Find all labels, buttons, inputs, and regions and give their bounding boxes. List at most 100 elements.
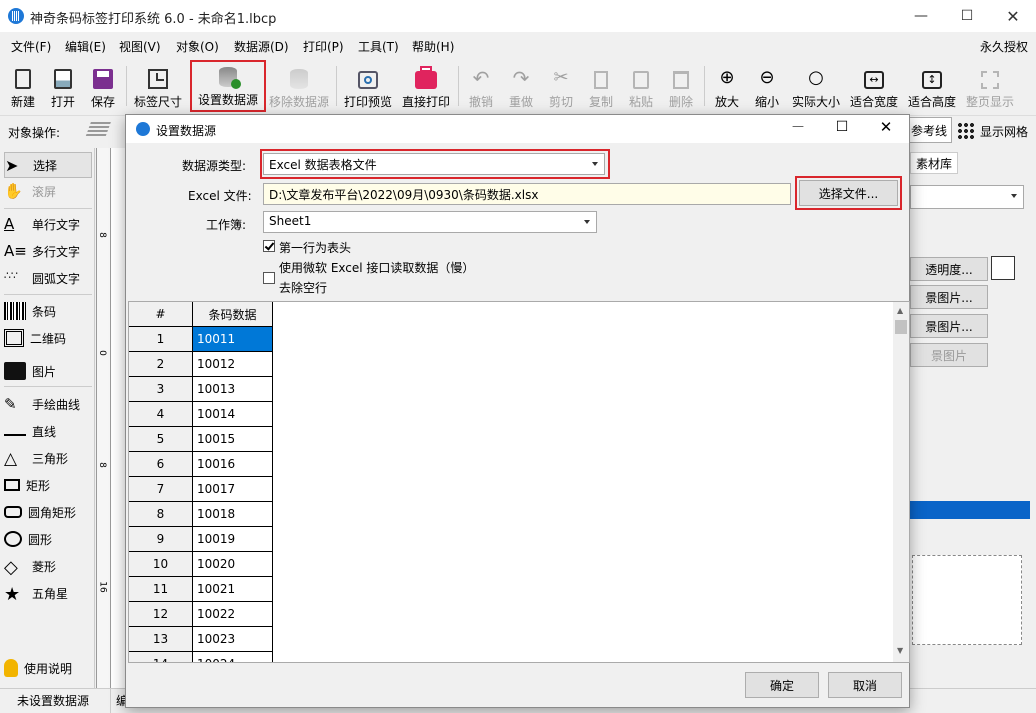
fit-width-button[interactable]: ↔ 适合宽度: [848, 62, 900, 110]
row-index[interactable]: 10: [129, 552, 193, 577]
barcode-cell[interactable]: 10012: [193, 352, 273, 377]
barcode-cell[interactable]: 10016: [193, 452, 273, 477]
scroll-up-icon[interactable]: ▲: [897, 306, 903, 315]
barcode-cell[interactable]: 10022: [193, 602, 273, 627]
excel-file-path-field[interactable]: D:\文章发布平台\2022\09月\0930\条码数据.xlsx: [263, 183, 791, 205]
barcode-cell[interactable]: 10023: [193, 627, 273, 652]
maximize-icon[interactable]: ☐: [944, 0, 990, 32]
direct-print-button[interactable]: 直接打印: [400, 62, 452, 110]
row-index[interactable]: 1: [129, 327, 193, 352]
barcode-cell[interactable]: 10020: [193, 552, 273, 577]
new-button[interactable]: 新建: [6, 62, 40, 110]
menu-edit[interactable]: 编辑(E): [65, 38, 106, 55]
open-button[interactable]: 打开: [46, 62, 80, 110]
paste-button[interactable]: 粘贴: [624, 62, 658, 110]
first-row-header-checkbox[interactable]: [263, 240, 275, 252]
menu-tools[interactable]: 工具(T): [358, 38, 399, 55]
set-datasource-button[interactable]: 设置数据源: [190, 60, 266, 112]
tool-star[interactable]: ★ 五角星: [4, 580, 92, 606]
redo-button[interactable]: ↷ 重做: [504, 62, 538, 110]
delete-button[interactable]: 删除: [664, 62, 698, 110]
zoom-in-button[interactable]: ⊕ 放大: [710, 62, 744, 110]
tool-rectangle[interactable]: 矩形: [4, 472, 92, 498]
row-index[interactable]: 6: [129, 452, 193, 477]
row-index[interactable]: 3: [129, 377, 193, 402]
guides-toggle[interactable]: 参考线: [908, 117, 952, 143]
sheet-select[interactable]: Sheet1: [263, 211, 597, 233]
color-swatch[interactable]: [991, 256, 1015, 280]
background-image-button[interactable]: 景图片...: [910, 285, 988, 309]
menu-file[interactable]: 文件(F): [11, 38, 51, 55]
background-image-button-3[interactable]: 景图片: [910, 343, 988, 367]
barcode-cell[interactable]: 10015: [193, 427, 273, 452]
print-preview-button[interactable]: 打印预览: [342, 62, 394, 110]
show-grid-toggle[interactable]: 显示网格: [980, 123, 1028, 140]
design-canvas[interactable]: 8 0 8 16: [96, 148, 126, 688]
tool-freehand[interactable]: ✎ 手绘曲线: [4, 391, 92, 417]
data-preview-grid[interactable]: # 条码数据 1 10011 2 10012 3 10013 4 10014 5 10015 6 10…: [128, 301, 910, 663]
row-index[interactable]: 11: [129, 577, 193, 602]
menu-view[interactable]: 视图(V): [119, 38, 161, 55]
dialog-maximize-icon[interactable]: ☐: [832, 119, 852, 135]
save-button[interactable]: 保存: [86, 62, 120, 110]
fit-height-button[interactable]: ↕ 适合高度: [906, 62, 958, 110]
tool-qrcode[interactable]: 二维码: [4, 325, 92, 351]
cancel-button[interactable]: 取消: [828, 672, 902, 698]
grid-header-barcode[interactable]: 条码数据: [193, 302, 273, 327]
actual-size-button[interactable]: ○ 实际大小: [790, 62, 842, 110]
menu-print[interactable]: 打印(P): [303, 38, 344, 55]
barcode-cell[interactable]: 10024: [193, 652, 273, 662]
remove-datasource-button[interactable]: 移除数据源: [268, 62, 330, 110]
tool-barcode[interactable]: 条码: [4, 298, 92, 324]
row-index[interactable]: 5: [129, 427, 193, 452]
datasource-type-select[interactable]: Excel 数据表格文件: [263, 153, 605, 175]
tool-line[interactable]: 直线: [4, 418, 92, 444]
dialog-close-icon[interactable]: ✕: [876, 118, 896, 136]
tool-single-line-text[interactable]: A 单行文字: [4, 211, 92, 237]
tool-image[interactable]: 图片: [4, 358, 92, 384]
choose-file-button[interactable]: 选择文件...: [799, 180, 898, 206]
tool-scroll[interactable]: ✋ 滚屏: [4, 178, 92, 204]
barcode-cell[interactable]: 10019: [193, 527, 273, 552]
barcode-cell[interactable]: 10013: [193, 377, 273, 402]
tool-select[interactable]: ➤ 选择: [4, 152, 92, 178]
tool-arc-text[interactable]: ∴∵ 圆弧文字: [4, 265, 92, 291]
barcode-cell[interactable]: 10011: [193, 327, 273, 352]
row-index[interactable]: 9: [129, 527, 193, 552]
ok-button[interactable]: 确定: [745, 672, 819, 698]
vertical-scrollbar[interactable]: ▲ ▼: [893, 302, 909, 662]
label-size-button[interactable]: 标签尺寸: [130, 62, 186, 110]
minimize-icon[interactable]: —: [898, 0, 944, 32]
transparency-button[interactable]: 透明度...: [910, 257, 988, 281]
row-index[interactable]: 14: [129, 652, 193, 662]
row-index[interactable]: 4: [129, 402, 193, 427]
row-index[interactable]: 8: [129, 502, 193, 527]
excel-api-checkbox[interactable]: [263, 272, 275, 284]
cut-button[interactable]: ✂ 剪切: [544, 62, 578, 110]
scroll-down-icon[interactable]: ▼: [897, 646, 903, 655]
full-page-button[interactable]: 整页显示: [964, 62, 1016, 110]
property-dropdown[interactable]: [910, 185, 1024, 209]
zoom-out-button[interactable]: ⊖ 缩小: [750, 62, 784, 110]
barcode-cell[interactable]: 10021: [193, 577, 273, 602]
help-link[interactable]: 使用说明: [4, 655, 92, 681]
undo-button[interactable]: ↶ 撤销: [464, 62, 498, 110]
scrollbar-thumb[interactable]: [895, 320, 907, 334]
menu-help[interactable]: 帮助(H): [412, 38, 454, 55]
menu-datasource[interactable]: 数据源(D): [234, 38, 289, 55]
close-icon[interactable]: ✕: [990, 0, 1036, 32]
tool-multi-line-text[interactable]: A≡ 多行文字: [4, 238, 92, 264]
row-index[interactable]: 12: [129, 602, 193, 627]
background-image-button-2[interactable]: 景图片...: [910, 314, 988, 338]
barcode-cell[interactable]: 10018: [193, 502, 273, 527]
barcode-cell[interactable]: 10014: [193, 402, 273, 427]
tab-material-library[interactable]: 素材库: [910, 152, 958, 174]
tool-triangle[interactable]: △ 三角形: [4, 445, 92, 471]
row-index[interactable]: 2: [129, 352, 193, 377]
copy-button[interactable]: 复制: [584, 62, 618, 110]
dialog-minimize-icon[interactable]: —: [788, 119, 808, 133]
menu-object[interactable]: 对象(O): [176, 38, 219, 55]
row-index[interactable]: 13: [129, 627, 193, 652]
row-index[interactable]: 7: [129, 477, 193, 502]
barcode-cell[interactable]: 10017: [193, 477, 273, 502]
